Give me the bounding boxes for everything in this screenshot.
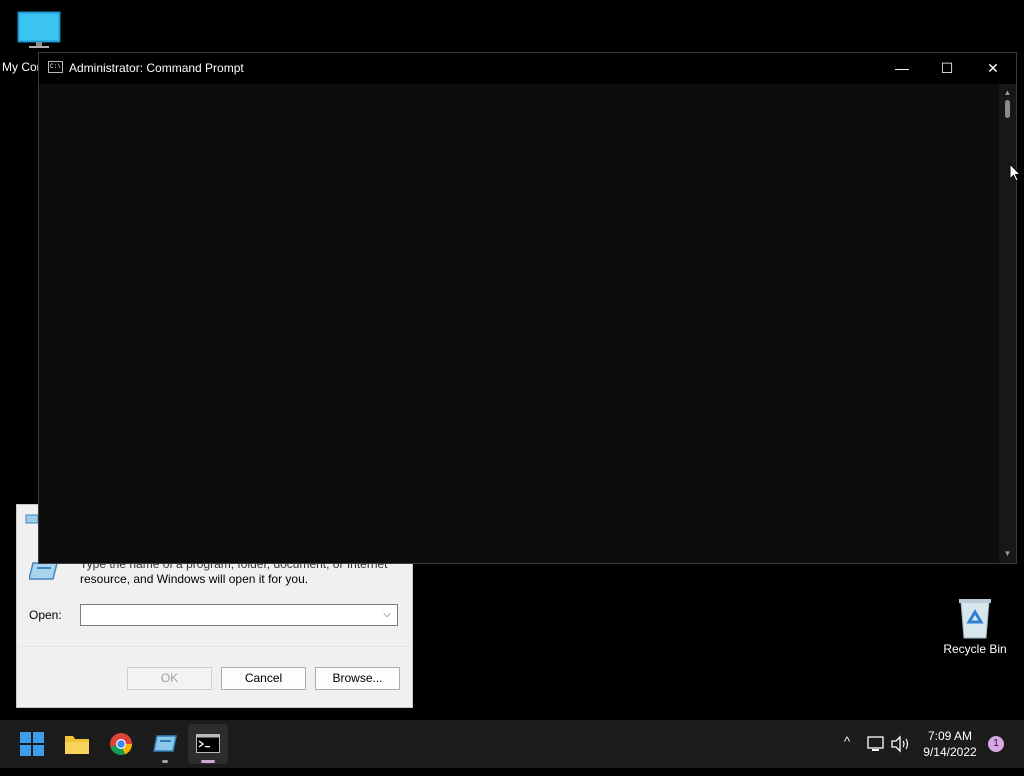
- taskbar: ^ 7:09 AM 9/14/2022 1: [0, 720, 1024, 768]
- mouse-cursor-icon: [1009, 163, 1021, 182]
- scrollbar-thumb[interactable]: [1005, 100, 1010, 118]
- clock-date: 9/14/2022: [923, 745, 977, 759]
- run-description-line2: resource, and Windows will open it for y…: [80, 572, 309, 586]
- maximize-button[interactable]: ☐: [924, 53, 970, 84]
- desktop-icon-recycle-bin[interactable]: Recycle Bin: [940, 596, 1010, 656]
- notification-badge[interactable]: 1: [988, 736, 1004, 752]
- vertical-scrollbar[interactable]: ▲ ▼: [999, 84, 1016, 563]
- command-prompt-window: C:\ Administrator: Command Prompt — ☐ ✕ …: [38, 52, 1017, 564]
- minimize-button[interactable]: —: [879, 53, 925, 84]
- network-icon[interactable]: [866, 734, 886, 754]
- browse-button[interactable]: Browse...: [315, 667, 400, 690]
- cancel-button[interactable]: Cancel: [221, 667, 306, 690]
- monitor-icon: [17, 11, 61, 48]
- window-title: Administrator: Command Prompt: [69, 61, 244, 75]
- desktop-icon-label: Recycle Bin: [943, 642, 1007, 656]
- scroll-up-arrow-icon[interactable]: ▲: [999, 86, 1016, 100]
- clock-time: 7:09 AM: [927, 729, 973, 743]
- taskbar-file-explorer[interactable]: [57, 724, 97, 764]
- volume-icon[interactable]: [890, 734, 912, 754]
- cmd-app-icon: C:\: [48, 61, 63, 73]
- file-explorer-icon: [65, 736, 89, 754]
- open-label: Open:: [29, 608, 62, 622]
- console-area[interactable]: [39, 84, 1000, 563]
- start-button[interactable]: [12, 724, 52, 764]
- recycle-bin-icon: [959, 599, 991, 639]
- taskbar-run[interactable]: [145, 724, 185, 764]
- active-indicator: [201, 760, 215, 763]
- run-dialog-icon: [153, 735, 177, 752]
- close-button[interactable]: ✕: [970, 53, 1016, 84]
- running-indicator: [162, 760, 168, 763]
- ok-button[interactable]: OK: [127, 667, 212, 690]
- run-icon: [25, 514, 39, 524]
- windows-start-icon: [20, 732, 44, 756]
- clock[interactable]: 7:09 AM 9/14/2022: [918, 728, 982, 776]
- taskbar-command-prompt[interactable]: [188, 724, 228, 764]
- cmd-title-bar[interactable]: C:\ Administrator: Command Prompt — ☐ ✕: [39, 53, 1016, 84]
- taskbar-chrome[interactable]: [101, 724, 141, 764]
- chevron-down-icon[interactable]: ⌵: [380, 607, 394, 623]
- scroll-down-arrow-icon[interactable]: ▼: [999, 547, 1016, 561]
- command-prompt-icon: [196, 734, 220, 753]
- show-hidden-icons-chevron-icon[interactable]: ^: [838, 734, 856, 754]
- chrome-icon: [110, 733, 133, 756]
- open-combobox[interactable]: ⌵: [80, 604, 398, 626]
